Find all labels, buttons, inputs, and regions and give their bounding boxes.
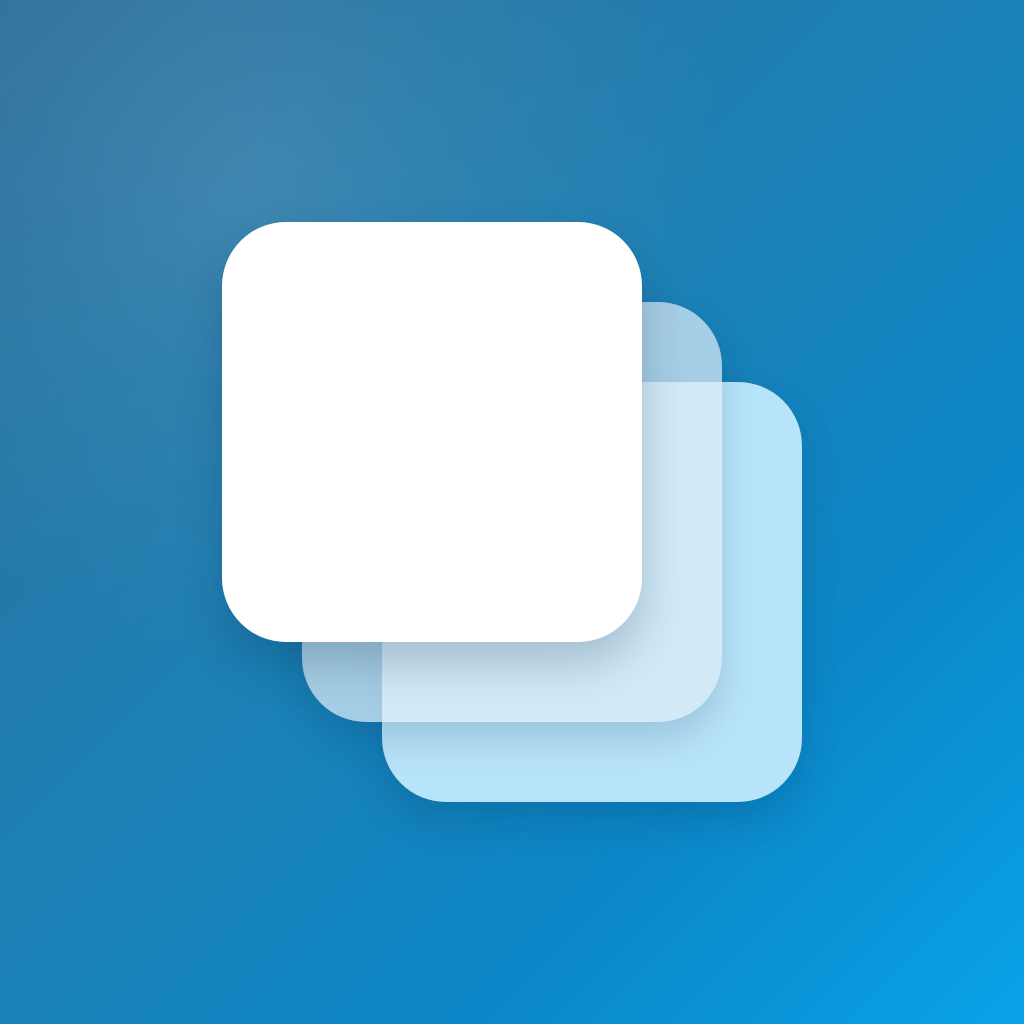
- stacked-layers-icon: [0, 0, 1024, 1024]
- app-icon-canvas: [0, 0, 1024, 1024]
- front-layer-card: [222, 222, 642, 642]
